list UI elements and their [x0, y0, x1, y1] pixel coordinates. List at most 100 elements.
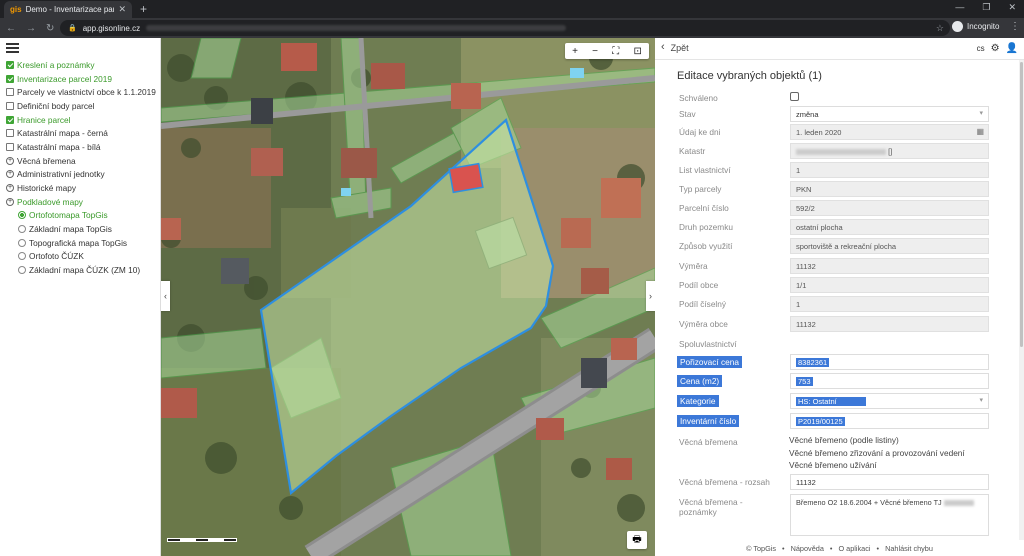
- purchase-price-input[interactable]: 8382361: [790, 354, 989, 370]
- maximize-icon[interactable]: ❐: [982, 2, 990, 13]
- detail-panel: ‹ Zpět cs ⚙ 👤 Editace vybraných objektů …: [655, 38, 1024, 556]
- layer-item[interactable]: Ortofotomapa TopGis: [6, 209, 156, 223]
- address-bar[interactable]: 🔒 app.gisonline.cz ☆: [60, 20, 950, 36]
- menu-icon[interactable]: [6, 43, 19, 55]
- bookmark-star-icon[interactable]: ☆: [936, 23, 944, 34]
- field-typ: Typ parcely PKN: [679, 181, 989, 197]
- layer-item[interactable]: + Podkladové mapy: [6, 195, 156, 209]
- minimize-icon[interactable]: —: [955, 2, 964, 13]
- layer-checkbox[interactable]: [6, 142, 14, 151]
- ownership-sheet-field[interactable]: 1: [790, 162, 989, 178]
- gear-icon[interactable]: ⚙: [991, 43, 1000, 54]
- collapse-left-panel-button[interactable]: ‹: [161, 281, 170, 311]
- layer-radio[interactable]: [18, 225, 26, 234]
- close-window-icon[interactable]: ✕: [1008, 2, 1016, 13]
- layer-item[interactable]: + Administrativní jednotky: [6, 168, 156, 182]
- category-select[interactable]: HS: Ostatní ▾: [790, 393, 989, 409]
- layer-radio[interactable]: [18, 252, 26, 261]
- scrollbar-thumb[interactable]: [1020, 62, 1023, 347]
- parcel-type-field[interactable]: PKN: [790, 181, 989, 197]
- expand-icon[interactable]: +: [6, 170, 14, 179]
- layer-item[interactable]: Katastrální mapa - bílá: [6, 140, 156, 154]
- layer-item[interactable]: + Věcná břemena: [6, 154, 156, 168]
- field-label: Spoluvlastnictví: [679, 339, 737, 349]
- layer-item[interactable]: + Historické mapy: [6, 181, 156, 195]
- layer-item[interactable]: Základní mapa ČÚZK (ZM 10): [6, 263, 156, 277]
- browser-menu-icon[interactable]: ⋮: [1010, 21, 1020, 32]
- layer-item[interactable]: Ortofoto ČÚZK: [6, 250, 156, 264]
- collapse-right-panel-button[interactable]: ›: [646, 281, 655, 311]
- layer-checkbox[interactable]: [6, 60, 14, 69]
- incognito-label: Incognito: [967, 22, 1000, 31]
- user-icon[interactable]: 👤: [1006, 43, 1018, 54]
- zoom-extent-icon[interactable]: ⊡: [633, 46, 641, 57]
- zoom-out-icon[interactable]: −: [592, 46, 598, 57]
- layer-item[interactable]: Hranice parcel: [6, 113, 156, 127]
- municipality-area-field[interactable]: 11132: [790, 316, 989, 332]
- approved-checkbox[interactable]: [790, 92, 799, 101]
- price-per-m2-input[interactable]: 753: [790, 373, 989, 389]
- municipality-share-field[interactable]: 1/1: [790, 277, 989, 293]
- field-label: Cena (m2): [677, 375, 723, 387]
- status-select[interactable]: změna ▾: [790, 106, 989, 122]
- map-view[interactable]: + − ⛶ ⊡ ‹ › 🖶: [161, 38, 655, 556]
- layer-checkbox[interactable]: [6, 74, 14, 83]
- layer-item[interactable]: Katastrální mapa - černá: [6, 126, 156, 140]
- fullscreen-icon[interactable]: ⛶: [612, 46, 619, 57]
- field-label: Výměra obce: [679, 319, 728, 329]
- layer-item[interactable]: Topografická mapa TopGis: [6, 236, 156, 250]
- new-tab-icon[interactable]: +: [140, 2, 147, 16]
- print-icon[interactable]: 🖶: [627, 531, 647, 549]
- layer-radio[interactable]: [18, 266, 26, 275]
- field-poznamky: Věcná břemena - poznámky Břemeno O2 18.6.…: [679, 494, 989, 536]
- expand-icon[interactable]: +: [6, 197, 14, 206]
- help-link[interactable]: Nápověda: [791, 544, 824, 553]
- layer-checkbox[interactable]: [6, 115, 14, 124]
- layer-label: Katastrální mapa - černá: [17, 128, 108, 139]
- layer-item[interactable]: Definiční body parcel: [6, 99, 156, 113]
- url-text: app.gisonline.cz: [82, 23, 141, 33]
- land-use-field[interactable]: sportoviště a rekreační plocha: [790, 238, 989, 254]
- expand-icon[interactable]: +: [6, 184, 14, 193]
- parcel-number-field[interactable]: 592/2: [790, 200, 989, 216]
- expand-icon[interactable]: +: [6, 156, 14, 165]
- land-type-field[interactable]: ostatní plocha: [790, 219, 989, 235]
- zoom-in-icon[interactable]: +: [572, 46, 578, 57]
- field-label: Katastr: [679, 146, 706, 156]
- back-button[interactable]: ‹ Zpět: [661, 42, 689, 54]
- field-katastr: Katastr []: [679, 143, 989, 159]
- field-schvaleno: Schváleno: [679, 90, 989, 106]
- field-label: Kategorie: [677, 395, 719, 407]
- date-field[interactable]: 1. leden 2020 ▦: [790, 124, 989, 140]
- layer-radio[interactable]: [18, 211, 26, 220]
- field-inventarni: Inventární číslo P2019/00125: [677, 413, 989, 429]
- easement-notes-textarea[interactable]: Břemeno O2 18.6.2004 + Věcné břemeno TJ: [790, 494, 989, 536]
- back-arrow-icon[interactable]: ←: [6, 23, 16, 34]
- layer-item[interactable]: Parcely ve vlastnictví obce k 1.1.2019: [6, 85, 156, 99]
- report-bug-link[interactable]: Nahlásit chybu: [885, 544, 933, 553]
- close-tab-icon[interactable]: ✕: [118, 4, 126, 15]
- numeric-share-field[interactable]: 1: [790, 296, 989, 312]
- incognito-indicator[interactable]: Incognito: [952, 21, 999, 32]
- calendar-icon[interactable]: ▦: [976, 127, 984, 136]
- scrollbar[interactable]: [1019, 60, 1024, 540]
- area-field[interactable]: 11132: [790, 258, 989, 274]
- date-value: 1. leden 2020: [796, 128, 842, 137]
- layer-checkbox[interactable]: [6, 101, 14, 110]
- easement-extent-input[interactable]: 11132: [790, 474, 989, 490]
- language-switch[interactable]: cs: [977, 44, 985, 53]
- field-porizovaci: Pořizovací cena 8382361: [677, 354, 989, 370]
- layer-item[interactable]: Inventarizace parcel 2019: [6, 72, 156, 86]
- layer-item[interactable]: Kreslení a poznámky: [6, 58, 156, 72]
- reload-icon[interactable]: ↻: [46, 23, 54, 34]
- about-link[interactable]: O aplikaci: [838, 544, 870, 553]
- layer-checkbox[interactable]: [6, 88, 14, 97]
- forward-arrow-icon[interactable]: →: [26, 23, 36, 34]
- field-label: Věcná břemena - rozsah: [679, 477, 770, 487]
- cadastre-field[interactable]: []: [790, 143, 989, 159]
- layer-checkbox[interactable]: [6, 129, 14, 138]
- layer-radio[interactable]: [18, 238, 26, 247]
- inventory-number-input[interactable]: P2019/00125: [790, 413, 989, 429]
- browser-tab[interactable]: gis Demo - Inventarizace parcel obc... ✕: [4, 1, 132, 18]
- layer-item[interactable]: Základní mapa TopGis: [6, 222, 156, 236]
